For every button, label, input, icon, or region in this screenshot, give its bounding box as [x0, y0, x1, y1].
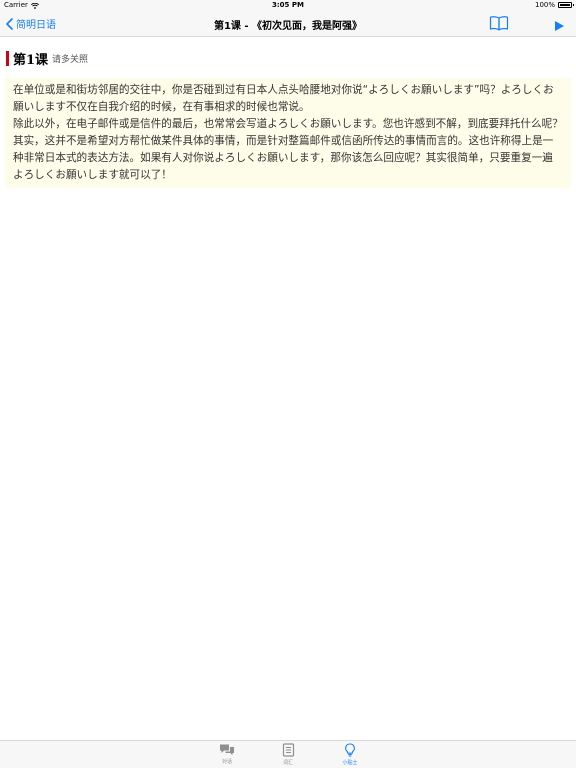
navigation-bar: 简明日语 第1课 - 《初次见面，我是阿强》	[0, 12, 576, 37]
notebook-icon	[282, 743, 294, 757]
tip-paragraph: 在单位或是和街坊邻居的交往中，你是否碰到过有日本人点头哈腰地对你说“よろしくお願…	[13, 84, 554, 113]
play-icon	[555, 21, 564, 31]
lesson-number: 第1课	[13, 52, 49, 68]
back-button[interactable]: 简明日语	[6, 16, 56, 31]
play-button[interactable]	[553, 17, 565, 31]
open-book-button[interactable]	[489, 15, 509, 31]
tab-vocabulary[interactable]: 词汇	[268, 743, 308, 767]
tip-paragraph: 除此以外，在电子邮件或是信件的最后，也常常会写道よろしくお願いします。您也许感到…	[13, 118, 563, 181]
battery-icon	[558, 2, 574, 8]
chat-bubbles-icon	[220, 744, 234, 756]
status-bar: Carrier 3:05 PM 100%	[0, 0, 576, 12]
tab-label: 小贴士	[342, 760, 358, 766]
tab-label: 对话	[221, 759, 232, 765]
tab-bar: 对话 词汇 小贴士	[0, 740, 576, 768]
battery-percent: 100%	[534, 1, 555, 9]
chevron-left-icon	[6, 17, 13, 30]
lesson-subtitle: 请多关照	[52, 54, 89, 65]
lesson-header: 第1课 请多关照	[6, 50, 89, 68]
status-time: 3:05 PM	[272, 1, 304, 9]
back-button-label: 简明日语	[16, 20, 56, 31]
tab-tips[interactable]: 小贴士	[330, 743, 370, 767]
tab-dialogue[interactable]: 对话	[207, 743, 247, 767]
status-right: 100%	[534, 1, 574, 9]
lightbulb-icon	[345, 743, 355, 757]
open-book-icon	[489, 16, 509, 31]
lesson-accent-bar	[6, 50, 9, 66]
page-title: 第1课 - 《初次见面，我是阿强》	[213, 21, 363, 32]
tip-content: 在单位或是和街坊邻居的交往中，你是否碰到过有日本人点头哈腰地对你说“よろしくお願…	[5, 78, 571, 188]
tab-label: 词汇	[282, 760, 293, 766]
